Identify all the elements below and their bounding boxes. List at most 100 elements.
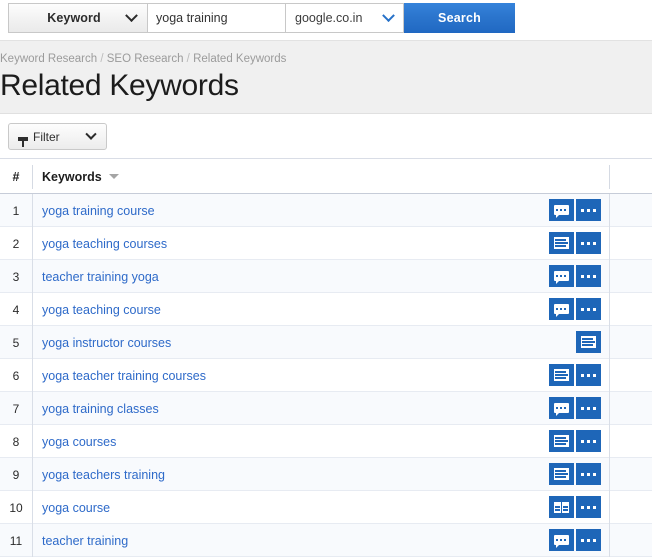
row-actions <box>549 265 601 287</box>
row-index: 4 <box>12 302 20 317</box>
column-divider <box>609 392 610 425</box>
column-divider <box>609 524 610 557</box>
row-action-primary-button[interactable] <box>549 496 574 518</box>
row-actions <box>549 364 601 386</box>
search-type-value: Keyword <box>47 11 101 25</box>
column-divider <box>32 293 33 326</box>
keyword-link[interactable]: yoga teaching course <box>42 293 161 326</box>
search-button[interactable]: Search <box>404 3 515 33</box>
list-lines-icon <box>554 468 569 480</box>
column-divider <box>609 260 610 293</box>
row-action-more-button[interactable] <box>576 463 601 485</box>
breadcrumb-item-1[interactable]: SEO Research <box>107 53 184 65</box>
column-divider <box>32 491 33 524</box>
column-divider <box>609 326 610 359</box>
row-index: 8 <box>12 434 20 449</box>
more-options-icon <box>581 439 596 443</box>
keyword-link[interactable]: teacher training yoga <box>42 260 159 293</box>
row-action-primary-button[interactable] <box>549 232 574 254</box>
search-bar: Keyword google.co.in Search <box>0 0 652 40</box>
row-index: 6 <box>12 368 20 383</box>
row-index: 9 <box>12 467 20 482</box>
list-lines-icon <box>554 237 569 249</box>
column-divider <box>32 392 33 425</box>
column-divider <box>609 425 610 458</box>
row-actions <box>549 463 601 485</box>
row-action-more-button[interactable] <box>576 430 601 452</box>
keyword-link[interactable]: teacher training <box>42 524 128 557</box>
compare-panels-icon <box>554 501 569 513</box>
more-options-icon <box>581 274 596 278</box>
filter-button-label: Filter <box>33 129 60 144</box>
column-divider <box>609 359 610 392</box>
column-divider <box>32 227 33 260</box>
column-divider <box>32 425 33 458</box>
row-action-primary-button[interactable] <box>549 364 574 386</box>
keyword-link[interactable]: yoga teachers training <box>42 458 165 491</box>
keyword-link[interactable]: yoga course <box>42 491 110 524</box>
column-divider <box>32 260 33 293</box>
more-options-icon <box>581 208 596 212</box>
row-action-primary-button[interactable] <box>549 463 574 485</box>
row-action-more-button[interactable] <box>576 265 601 287</box>
row-action-primary-button[interactable] <box>549 397 574 419</box>
chevron-down-icon <box>125 8 138 22</box>
column-divider <box>609 227 610 260</box>
row-action-more-button[interactable] <box>576 199 601 221</box>
column-divider <box>609 293 610 326</box>
row-action-primary-button[interactable] <box>549 265 574 287</box>
row-action-primary-button[interactable] <box>549 298 574 320</box>
row-index: 5 <box>12 335 20 350</box>
row-action-more-button[interactable] <box>576 364 601 386</box>
column-divider <box>609 491 610 524</box>
sort-descending-icon[interactable] <box>108 174 119 179</box>
row-action-more-button[interactable] <box>576 232 601 254</box>
row-action-primary-button[interactable] <box>549 199 574 221</box>
row-action-primary-button[interactable] <box>549 430 574 452</box>
keyword-link[interactable]: yoga instructor courses <box>42 326 171 359</box>
search-type-select[interactable]: Keyword <box>8 3 148 33</box>
keyword-input[interactable] <box>148 3 286 33</box>
row-action-more-button[interactable] <box>576 331 601 353</box>
row-action-more-button[interactable] <box>576 298 601 320</box>
column-divider <box>32 326 33 359</box>
breadcrumb-item-2[interactable]: Related Keywords <box>193 53 286 65</box>
row-index: 3 <box>12 269 20 284</box>
table-row: 5 yoga instructor courses <box>0 326 652 359</box>
row-action-more-button[interactable] <box>576 529 601 551</box>
table-row: 10 yoga course <box>0 491 652 524</box>
more-options-icon <box>581 505 596 509</box>
filter-row: Filter <box>0 115 652 158</box>
list-lines-icon <box>554 435 569 447</box>
column-header-keywords[interactable]: Keywords <box>42 159 119 194</box>
column-divider <box>32 165 33 189</box>
row-action-more-button[interactable] <box>576 496 601 518</box>
row-index: 10 <box>9 500 23 515</box>
column-divider <box>609 194 610 227</box>
table-row: 8 yoga courses <box>0 425 652 458</box>
row-actions <box>576 331 601 353</box>
list-lines-icon <box>554 369 569 381</box>
more-options-icon <box>581 538 596 542</box>
column-header-keywords-label: Keywords <box>42 169 102 184</box>
search-engine-select[interactable]: google.co.in <box>286 3 404 33</box>
row-actions <box>549 199 601 221</box>
breadcrumb-item-0[interactable]: Keyword Research <box>0 53 97 65</box>
keyword-link[interactable]: yoga courses <box>42 425 116 458</box>
row-action-primary-button[interactable] <box>549 529 574 551</box>
comment-bubble-icon <box>554 534 569 548</box>
search-engine-value: google.co.in <box>295 11 363 25</box>
row-index: 1 <box>12 203 20 218</box>
row-action-more-button[interactable] <box>576 397 601 419</box>
keyword-link[interactable]: yoga teaching courses <box>42 227 167 260</box>
keyword-link[interactable]: yoga training classes <box>42 392 159 425</box>
more-options-icon <box>581 472 596 476</box>
more-options-icon <box>581 406 596 410</box>
filter-button[interactable]: Filter <box>8 123 107 150</box>
keyword-link[interactable]: yoga teacher training courses <box>42 359 206 392</box>
row-index: 2 <box>12 236 20 251</box>
page-title: Related Keywords <box>0 69 239 102</box>
table-row: 6 yoga teacher training courses <box>0 359 652 392</box>
keyword-link[interactable]: yoga training course <box>42 194 155 227</box>
row-actions <box>549 496 601 518</box>
